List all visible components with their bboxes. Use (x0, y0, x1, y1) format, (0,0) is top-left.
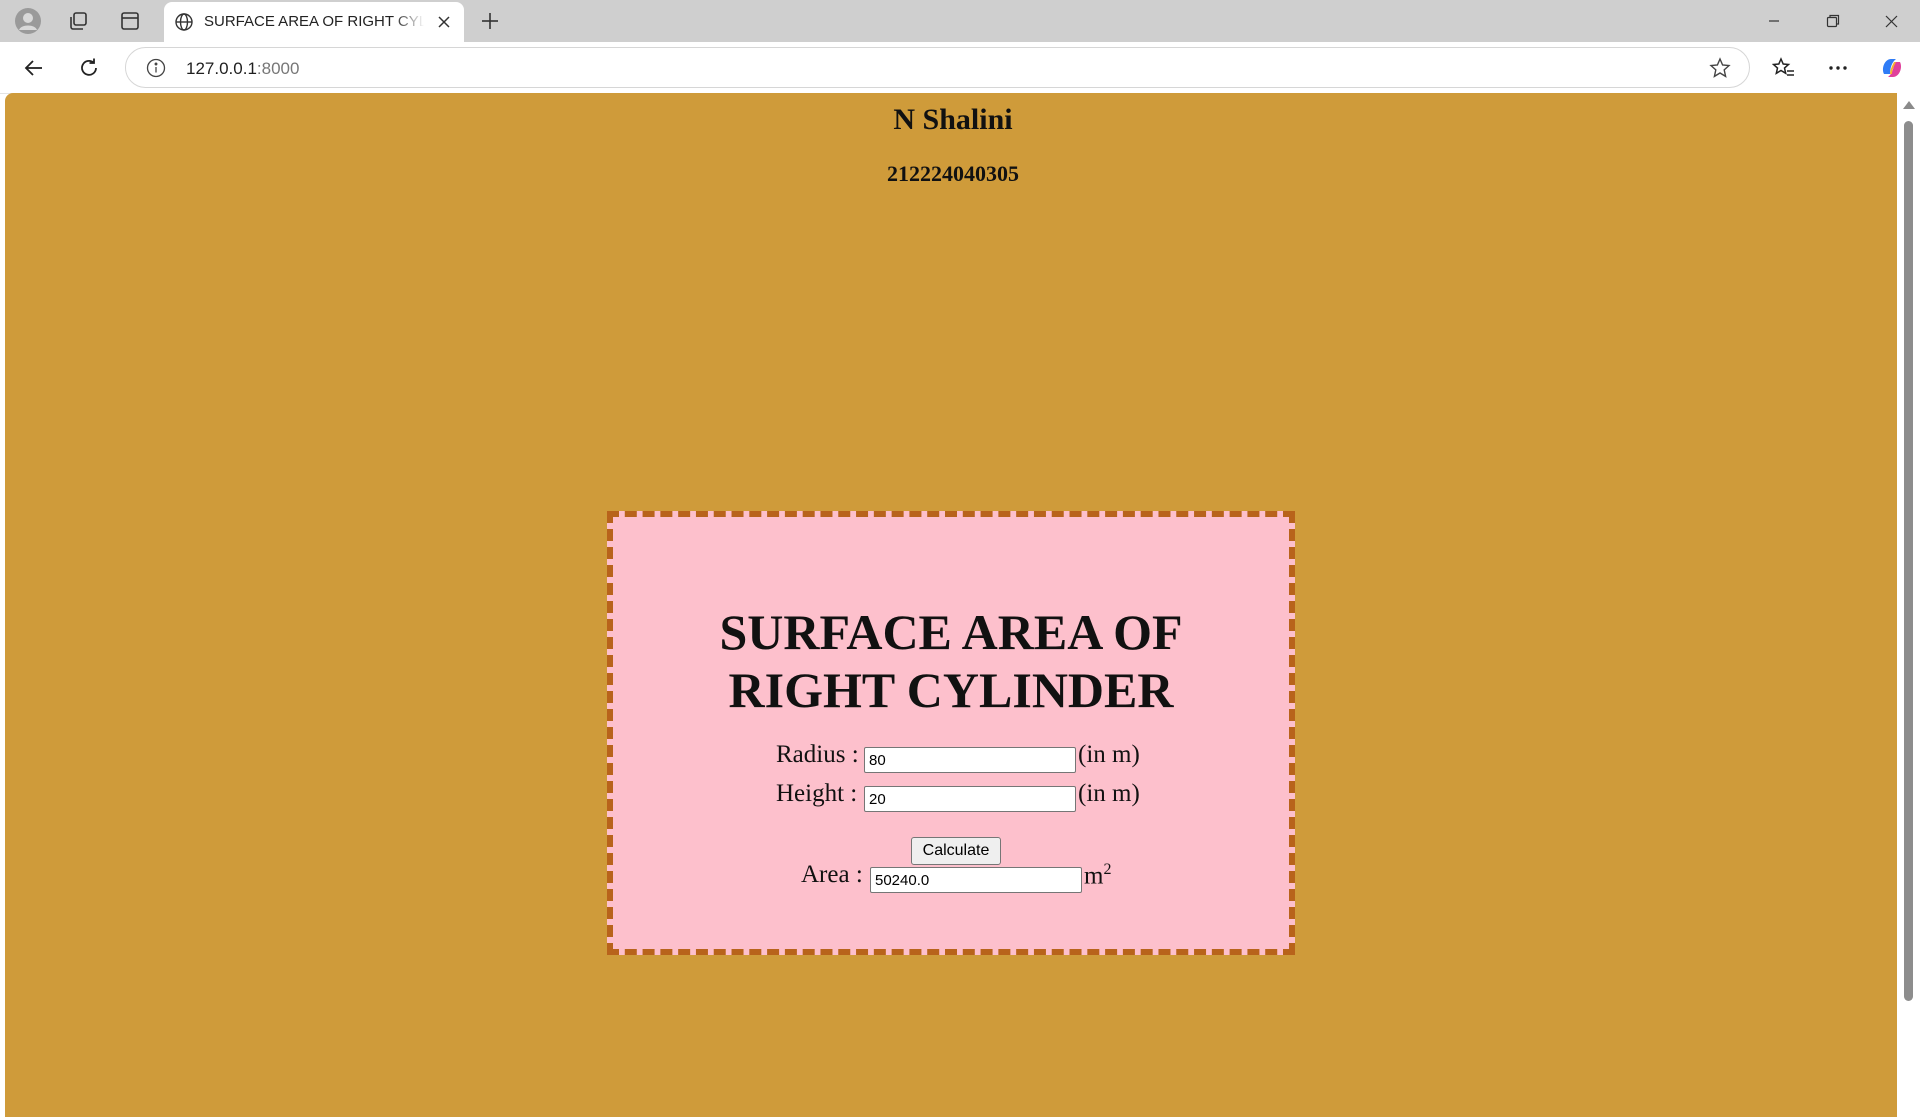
height-label: Height : (776, 780, 858, 807)
author-name: N Shalini (893, 103, 1013, 136)
back-button[interactable] (16, 52, 52, 84)
refresh-button[interactable] (71, 52, 107, 84)
address-bar[interactable]: 127.0.0.1:8000 (125, 47, 1750, 88)
radius-row: Radius : (in m) (613, 741, 1289, 773)
author-id: 212224040305 (887, 161, 1019, 186)
tab-strip: SURFACE AREA OF RIGHT CYLINDER (0, 0, 1920, 42)
area-unit: m2 (1084, 861, 1111, 890)
back-arrow-icon (24, 60, 42, 76)
height-row: Height : (in m) (613, 780, 1289, 812)
area-unit-base: m (1084, 862, 1104, 890)
restore-icon (1826, 14, 1840, 28)
more-dots-icon (1829, 66, 1847, 70)
tab-title-container: SURFACE AREA OF RIGHT CYLINDER (204, 2, 424, 42)
calculator-card: SURFACE AREA OF RIGHT CYLINDER Radius : … (607, 511, 1295, 955)
profile-icon (15, 8, 41, 34)
url-text: 127.0.0.1:8000 (186, 59, 299, 79)
restore-button[interactable] (1804, 0, 1862, 42)
new-tab-button[interactable] (474, 5, 506, 37)
area-output[interactable] (870, 867, 1082, 893)
vertical-tabs-button[interactable] (110, 5, 150, 37)
height-unit: (in m) (1078, 780, 1140, 807)
title-line-1: SURFACE AREA OF (719, 604, 1183, 660)
favorites-list-icon (1772, 57, 1794, 76)
favorite-star-icon[interactable] (1709, 57, 1731, 79)
radius-unit: (in m) (1078, 741, 1140, 768)
url-host: 127.0.0.1 (186, 59, 257, 78)
page-title: SURFACE AREA OF RIGHT CYLINDER (613, 603, 1289, 719)
area-label: Area : (801, 861, 863, 888)
area-unit-exponent: 2 (1103, 861, 1112, 878)
site-info-icon[interactable] (146, 58, 166, 78)
close-tab-button[interactable] (432, 10, 456, 34)
minimize-icon (1769, 20, 1779, 22)
copilot-icon (1882, 59, 1902, 77)
tab-actions-icon (121, 12, 139, 30)
vertical-scrollbar[interactable] (1897, 93, 1920, 1117)
tab-title: SURFACE AREA OF RIGHT CYLINDER (204, 13, 424, 30)
scroll-up-arrow-icon[interactable] (1903, 101, 1915, 109)
plus-icon (482, 13, 498, 29)
scrollbar-thumb[interactable] (1904, 121, 1913, 1001)
close-icon (1885, 15, 1897, 27)
close-window-button[interactable] (1862, 0, 1920, 42)
radius-label: Radius : (776, 741, 859, 768)
workspaces-button[interactable] (58, 5, 98, 37)
browser-toolbar: 127.0.0.1:8000 (0, 42, 1920, 94)
copilot-button[interactable] (1874, 52, 1910, 84)
close-icon (438, 16, 450, 28)
url-port: :8000 (256, 59, 300, 78)
profile-button[interactable] (8, 5, 48, 37)
favorites-button[interactable] (1766, 52, 1802, 84)
page-viewport: N Shalini 212224040305 SURFACE AREA OF R… (5, 93, 1901, 1117)
active-tab[interactable]: SURFACE AREA OF RIGHT CYLINDER (164, 2, 464, 42)
workspaces-icon (70, 12, 87, 30)
minimize-button[interactable] (1745, 0, 1803, 42)
radius-input[interactable] (864, 747, 1076, 773)
area-row: Area : m2 (613, 861, 1289, 893)
refresh-icon (81, 58, 97, 76)
height-input[interactable] (864, 786, 1076, 812)
title-line-2: RIGHT CYLINDER (728, 662, 1174, 718)
globe-icon (174, 12, 194, 32)
more-menu-button[interactable] (1820, 52, 1856, 84)
